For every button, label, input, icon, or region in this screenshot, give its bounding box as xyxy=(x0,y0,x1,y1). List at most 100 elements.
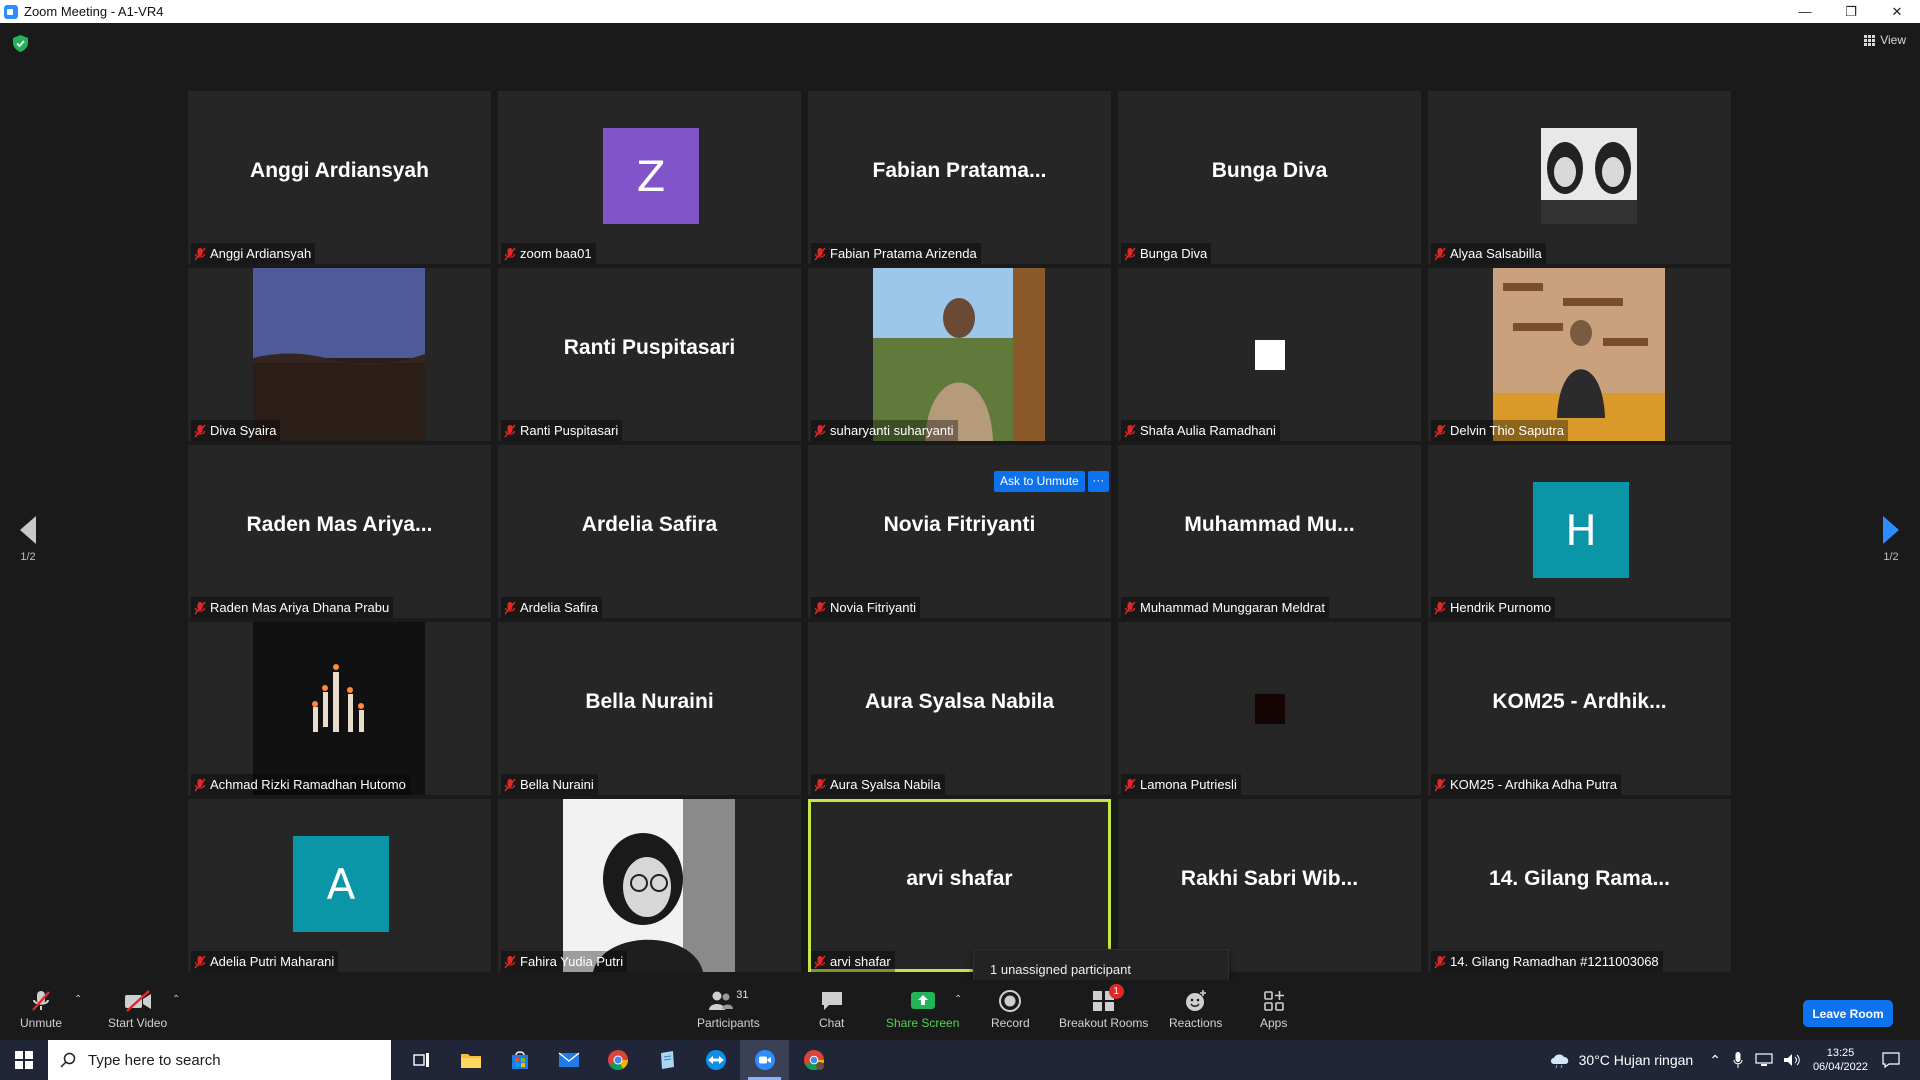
participant-tile[interactable]: Rakhi Sabri Wib...awa xyxy=(1118,799,1421,972)
participant-tile[interactable]: Ranti Puspitasari Ranti Puspitasari xyxy=(498,268,801,441)
participant-tile[interactable]: suharyanti suharyanti xyxy=(808,268,1111,441)
participant-name-label: Bella Nuraini xyxy=(501,774,598,795)
apps-button[interactable]: Apps xyxy=(1260,988,1287,1030)
window-titlebar: Zoom Meeting - A1-VR4 — ❐ ✕ xyxy=(0,0,1920,23)
participant-name-label: Shafa Aulia Ramadhani xyxy=(1121,420,1280,441)
video-options-chevron-icon[interactable]: ⌃ xyxy=(172,994,180,1005)
participant-name: suharyanti suharyanti xyxy=(830,423,954,438)
participants-button[interactable]: 31 Participants xyxy=(697,988,760,1030)
participant-avatar: Z xyxy=(603,128,699,224)
participant-name: Aura Syalsa Nabila xyxy=(830,777,941,792)
participant-name-label: KOM25 - Ardhika Adha Putra xyxy=(1431,774,1621,795)
participant-placeholder xyxy=(1255,694,1285,724)
shield-icon[interactable] xyxy=(13,35,28,52)
participant-display-name: Bella Nuraini xyxy=(585,690,714,713)
muted-microphone-icon xyxy=(194,247,206,260)
participant-name-label: Achmad Rizki Ramadhan Hutomo xyxy=(191,774,410,795)
participant-name: Muhammad Munggaran Meldrat xyxy=(1140,600,1325,615)
muted-microphone-icon xyxy=(1434,601,1446,614)
unmute-button[interactable]: Unmute xyxy=(20,988,62,1030)
participant-tile[interactable]: Delvin Thio Saputra xyxy=(1428,268,1731,441)
close-button[interactable]: ✕ xyxy=(1874,0,1920,23)
muted-microphone-icon xyxy=(194,601,206,614)
taskbar-clock[interactable]: 13:25 06/04/2022 xyxy=(1813,1046,1868,1074)
ask-to-unmute-button[interactable]: Ask to Unmute xyxy=(994,471,1085,492)
arrow-right-icon xyxy=(1883,516,1899,544)
zoom-taskbar-button[interactable] xyxy=(740,1040,789,1080)
start-video-button[interactable]: Start Video xyxy=(108,988,167,1030)
microphone-tray-icon xyxy=(1733,1052,1743,1068)
participant-tile[interactable]: Lamona Putriesli xyxy=(1118,622,1421,795)
participant-tile[interactable]: Zzoom baa01 xyxy=(498,91,801,264)
notepad-button[interactable] xyxy=(642,1040,691,1080)
next-page-button[interactable]: 1/2 xyxy=(1871,515,1911,563)
weather-widget[interactable]: 30°C Hujan ringan xyxy=(1549,1052,1693,1068)
participant-tile[interactable]: H Hendrik Purnomo xyxy=(1428,445,1731,618)
chrome-profile-button[interactable] xyxy=(789,1040,838,1080)
participant-tile[interactable]: Alyaa Salsabilla xyxy=(1428,91,1731,264)
file-explorer-button[interactable] xyxy=(446,1040,495,1080)
search-placeholder: Type here to search xyxy=(88,1051,221,1069)
share-screen-button[interactable]: Share Screen xyxy=(886,988,959,1030)
participant-tile[interactable]: Bunga Diva Bunga Diva xyxy=(1118,91,1421,264)
muted-microphone-icon xyxy=(194,424,206,437)
taskbar-search-box[interactable]: Type here to search xyxy=(48,1040,391,1080)
leave-room-button[interactable]: Leave Room xyxy=(1803,1000,1893,1027)
mail-button[interactable] xyxy=(544,1040,593,1080)
muted-microphone-icon xyxy=(1434,424,1446,437)
breakout-rooms-button[interactable]: 1 Breakout Rooms xyxy=(1059,984,1148,1030)
previous-page-button[interactable]: 1/2 xyxy=(8,515,48,563)
muted-microphone-icon xyxy=(1124,424,1136,437)
windows-start-button[interactable] xyxy=(0,1040,48,1080)
task-view-button[interactable] xyxy=(397,1040,446,1080)
participant-tile[interactable]: Raden Mas Ariya... Raden Mas Ariya Dhana … xyxy=(188,445,491,618)
muted-microphone-icon xyxy=(1434,247,1446,260)
minimize-button[interactable]: — xyxy=(1782,0,1828,23)
participant-name: Ardelia Safira xyxy=(520,600,599,615)
restore-button[interactable]: ❐ xyxy=(1828,0,1874,23)
participant-tile[interactable]: Achmad Rizki Ramadhan Hutomo xyxy=(188,622,491,795)
folder-icon xyxy=(460,1054,481,1068)
start-video-label: Start Video xyxy=(108,1016,168,1030)
more-options-button[interactable]: ··· xyxy=(1087,471,1109,492)
participant-tile[interactable]: Fabian Pratama... Fabian Pratama Arizenda xyxy=(808,91,1111,264)
participant-tile[interactable]: KOM25 - Ardhik... KOM25 - Ardhika Adha Pu… xyxy=(1428,622,1731,795)
windows-logo-icon xyxy=(15,1051,33,1069)
chat-button[interactable]: Chat xyxy=(819,988,844,1030)
participant-display-name: Anggi Ardiansyah xyxy=(250,159,429,182)
audio-options-chevron-icon[interactable]: ⌃ xyxy=(74,994,82,1005)
participant-tile[interactable]: Fahira Yudia Putri xyxy=(498,799,801,972)
muted-microphone-icon xyxy=(1434,955,1446,968)
participant-display-name: Raden Mas Ariya... xyxy=(246,513,433,536)
store-button[interactable] xyxy=(495,1040,544,1080)
participant-tile[interactable]: Shafa Aulia Ramadhani xyxy=(1118,268,1421,441)
participant-tile[interactable]: Anggi Ardiansyah Anggi Ardiansyah xyxy=(188,91,491,264)
reactions-button[interactable]: Reactions xyxy=(1169,988,1222,1030)
participant-tile[interactable]: 14. Gilang Rama... 14. Gilang Ramadhan #1… xyxy=(1428,799,1731,972)
participant-photo xyxy=(253,622,425,795)
participant-name-label: Diva Syaira xyxy=(191,420,281,441)
participant-photo xyxy=(1493,268,1665,441)
share-options-chevron-icon[interactable]: ⌃ xyxy=(954,994,962,1005)
participant-tile[interactable]: A Adelia Putri Maharani xyxy=(188,799,491,972)
participant-avatar: A xyxy=(293,836,389,932)
participant-display-name: Fabian Pratama... xyxy=(872,159,1047,182)
participant-name: Fabian Pratama Arizenda xyxy=(830,246,977,261)
teamviewer-button[interactable] xyxy=(691,1040,740,1080)
participant-name: Bella Nuraini xyxy=(520,777,594,792)
participant-tile[interactable]: Aura Syalsa Nabila Aura Syalsa Nabila xyxy=(808,622,1111,795)
chrome-button[interactable] xyxy=(593,1040,642,1080)
participant-tile[interactable]: Ardelia Safira Ardelia Safira xyxy=(498,445,801,618)
page-indicator-left: 1/2 xyxy=(20,551,36,563)
network-icon xyxy=(1755,1053,1773,1066)
participant-tile[interactable]: Diva Syaira xyxy=(188,268,491,441)
participant-tile[interactable]: arvi shafar arvi shafar xyxy=(808,799,1111,972)
share-screen-icon xyxy=(910,992,935,1009)
participant-tile[interactable]: Bella Nuraini Bella Nuraini xyxy=(498,622,801,795)
view-button[interactable]: View xyxy=(1864,33,1906,47)
muted-microphone-icon xyxy=(504,601,516,614)
window-title: Zoom Meeting - A1-VR4 xyxy=(24,4,164,19)
show-hidden-icons-chevron-icon[interactable]: ⌃ xyxy=(1709,1052,1721,1069)
participant-tile[interactable]: Muhammad Mu... Muhammad Munggaran Meldrat xyxy=(1118,445,1421,618)
record-button[interactable]: Record xyxy=(991,988,1030,1030)
